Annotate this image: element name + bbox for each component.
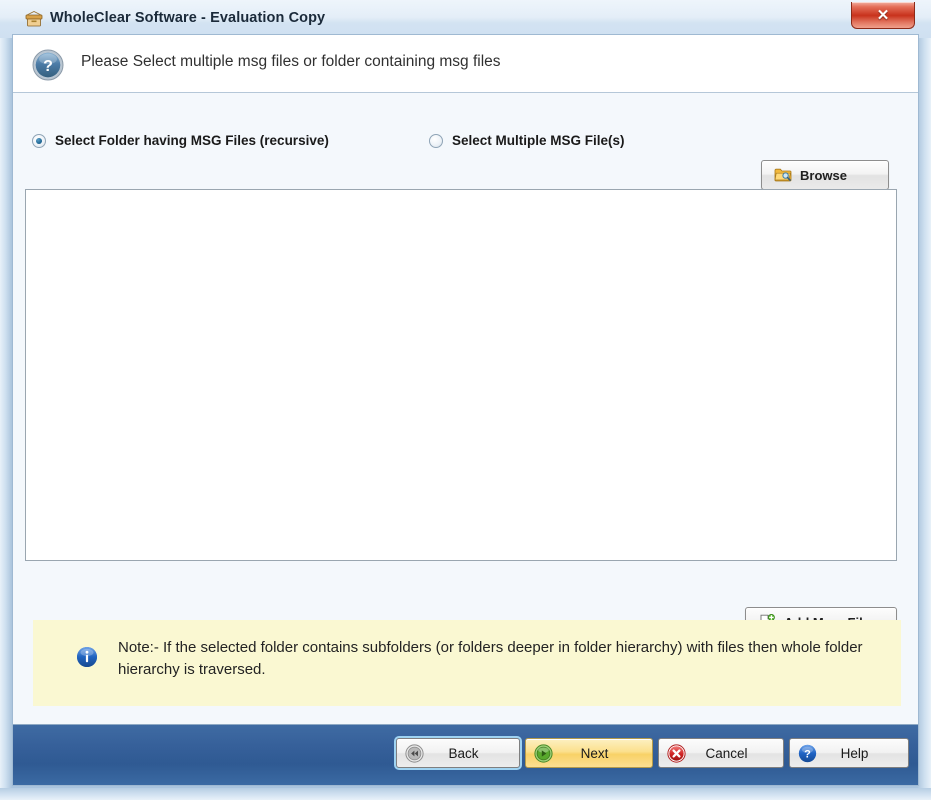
red-x-circle-icon	[667, 743, 686, 763]
cancel-button[interactable]: Cancel	[658, 738, 784, 768]
back-button[interactable]: Back	[394, 736, 522, 770]
window-frame-right-edge	[917, 0, 931, 800]
radio-select-folder-recursive[interactable]: Select Folder having MSG Files (recursiv…	[32, 133, 329, 148]
next-button-label: Next	[580, 745, 609, 761]
radio-indicator-files	[429, 133, 443, 148]
folder-search-icon	[774, 167, 792, 183]
help-button[interactable]: ? Help	[789, 738, 909, 768]
info-icon	[76, 646, 98, 668]
note-panel: Note:- If the selected folder contains s…	[33, 620, 901, 706]
title-bar: WholeClear Software - Evaluation Copy ✕	[0, 0, 931, 38]
next-button[interactable]: Next	[525, 738, 653, 768]
selected-files-list[interactable]	[25, 189, 897, 561]
radio-label-folder: Select Folder having MSG Files (recursiv…	[55, 133, 329, 148]
window-frame-bottom-edge	[0, 788, 931, 800]
cancel-button-label: Cancel	[705, 745, 748, 761]
radio-select-multiple-files[interactable]: Select Multiple MSG File(s)	[429, 133, 625, 148]
instruction-header: ? Please Select multiple msg files or fo…	[13, 35, 918, 93]
play-arrow-icon	[534, 743, 553, 763]
dialog-client-area: ? Please Select multiple msg files or fo…	[12, 34, 919, 786]
dialog-button-bar: Back Next Cancel ? Help	[13, 724, 918, 785]
svg-text:?: ?	[43, 58, 53, 75]
window-title: WholeClear Software - Evaluation Copy	[50, 10, 326, 26]
source-selection-options: Select Folder having MSG Files (recursiv…	[13, 93, 918, 161]
note-text: Note:- If the selected folder contains s…	[118, 639, 863, 678]
svg-text:?: ?	[804, 748, 811, 760]
browse-button-label: Browse	[800, 167, 847, 183]
question-mark-icon: ?	[32, 49, 64, 81]
instruction-text: Please Select multiple msg files or fold…	[81, 53, 501, 70]
archive-box-icon	[25, 10, 43, 28]
window-frame-left-edge	[0, 0, 12, 800]
radio-label-files: Select Multiple MSG File(s)	[452, 133, 625, 148]
close-icon: ✕	[876, 6, 890, 24]
radio-indicator-folder	[32, 133, 46, 148]
question-circle-icon: ?	[798, 744, 817, 763]
rewind-icon	[405, 743, 424, 763]
application-window: WholeClear Software - Evaluation Copy ✕	[0, 0, 931, 800]
help-button-label: Help	[840, 745, 869, 761]
browse-button[interactable]: Browse	[761, 160, 889, 190]
close-button[interactable]: ✕	[851, 2, 915, 29]
back-button-label: Back	[448, 745, 479, 761]
